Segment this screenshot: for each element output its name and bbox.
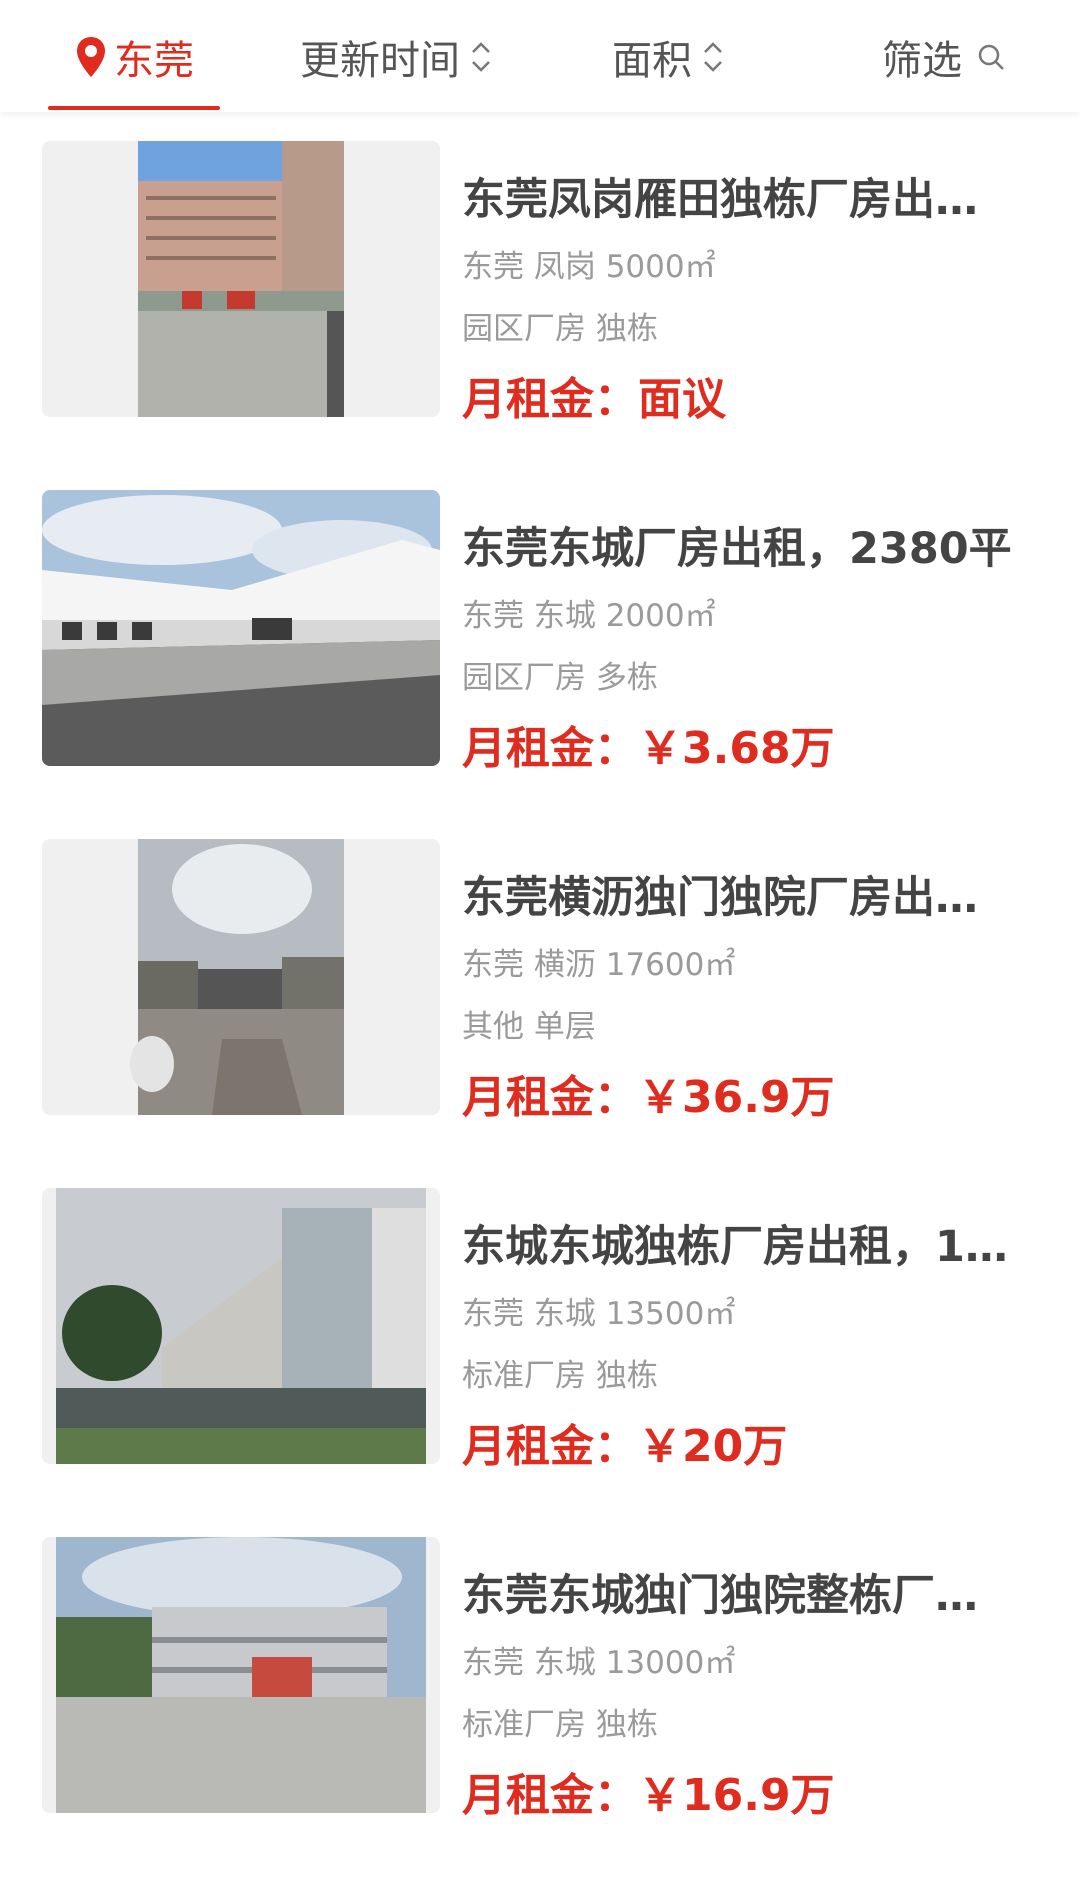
listing-location: 东莞 东城 13000㎡: [462, 1645, 736, 1681]
sort-chevrons-icon: [704, 42, 722, 72]
listing-type: 园区厂房 独栋: [462, 311, 658, 347]
location-pin-icon: [77, 37, 105, 77]
listing-card[interactable]: 东莞横沥独门独院厂房出… 东莞 横沥 17600㎡ 其他 单层 月租金：￥36.…: [0, 839, 1080, 1123]
building-photo-icon: [42, 1537, 440, 1813]
listing-card[interactable]: 东莞东城独门独院整栋厂… 东莞 东城 13000㎡ 标准厂房 独栋 月租金：￥1…: [0, 1537, 1080, 1821]
listing-photo[interactable]: [42, 1537, 440, 1813]
listing-card[interactable]: 东城东城独栋厂房出租，1… 东莞 东城 13500㎡ 标准厂房 独栋 月租金：￥…: [0, 1188, 1080, 1472]
listing-photo[interactable]: [42, 141, 440, 417]
listing-photo[interactable]: [42, 490, 440, 766]
sort-area[interactable]: 面积: [612, 22, 724, 92]
listing-photo[interactable]: [42, 1188, 440, 1464]
building-photo-icon: [42, 141, 440, 417]
listing-location: 东莞 东城 13500㎡: [462, 1296, 736, 1332]
area-label: 面积: [612, 38, 692, 84]
listing-card[interactable]: 东莞凤岗雁田独栋厂房出… 东莞 凤岗 5000㎡ 园区厂房 独栋 月租金：面议: [0, 141, 1080, 425]
rent-value: ￥20万: [638, 1421, 788, 1472]
city-selector[interactable]: 东莞: [74, 22, 194, 92]
rent-value: ￥16.9万: [638, 1770, 835, 1821]
update-time-label: 更新时间: [300, 38, 460, 84]
listing-title[interactable]: 东莞横沥独门独院厂房出…: [462, 863, 1022, 925]
building-photo-icon: [42, 490, 440, 766]
filter-bar: 东莞 更新时间 面积 筛选: [0, 0, 1080, 112]
listing-title[interactable]: 东城东城独栋厂房出租，1…: [462, 1212, 1022, 1274]
listing-location: 东莞 凤岗 5000㎡: [462, 249, 716, 285]
building-photo-icon: [42, 839, 440, 1115]
search-icon: [978, 44, 1004, 70]
rent-value: ￥36.9万: [638, 1072, 835, 1123]
listing-photo[interactable]: [42, 839, 440, 1115]
listing-type: 标准厂房 独栋: [462, 1707, 658, 1743]
listing-rent: 月租金：￥3.68万: [462, 712, 835, 776]
listing-title[interactable]: 东莞东城厂房出租，2380平: [462, 514, 1022, 576]
rent-label: 月租金：: [462, 374, 638, 425]
rent-label: 月租金：: [462, 1072, 638, 1123]
listing-rent: 月租金：￥20万: [462, 1410, 787, 1474]
listing-type: 其他 单层: [462, 1009, 596, 1045]
active-tab-indicator: [48, 106, 220, 110]
rent-label: 月租金：: [462, 723, 638, 774]
listing-type: 园区厂房 多栋: [462, 660, 658, 696]
sort-update-time[interactable]: 更新时间: [300, 22, 492, 92]
listing-type: 标准厂房 独栋: [462, 1358, 658, 1394]
rent-label: 月租金：: [462, 1421, 638, 1472]
listing-title[interactable]: 东莞东城独门独院整栋厂…: [462, 1561, 1022, 1623]
building-photo-icon: [42, 1188, 440, 1464]
listing-rent: 月租金：￥36.9万: [462, 1061, 835, 1125]
listing-card[interactable]: 东莞东城厂房出租，2380平 东莞 东城 2000㎡ 园区厂房 多栋 月租金：￥…: [0, 490, 1080, 774]
filter-button[interactable]: 筛选: [882, 22, 1006, 92]
filter-label: 筛选: [882, 38, 962, 84]
listing-rent: 月租金：￥16.9万: [462, 1759, 835, 1823]
listing-rent: 月租金：面议: [462, 363, 726, 427]
rent-label: 月租金：: [462, 1770, 638, 1821]
sort-chevrons-icon: [472, 42, 490, 72]
rent-value: 面议: [638, 374, 726, 425]
city-label: 东莞: [114, 38, 194, 84]
rent-value: ￥3.68万: [638, 723, 835, 774]
listing-location: 东莞 东城 2000㎡: [462, 598, 716, 634]
listing-title[interactable]: 东莞凤岗雁田独栋厂房出…: [462, 165, 1022, 227]
listing-location: 东莞 横沥 17600㎡: [462, 947, 736, 983]
